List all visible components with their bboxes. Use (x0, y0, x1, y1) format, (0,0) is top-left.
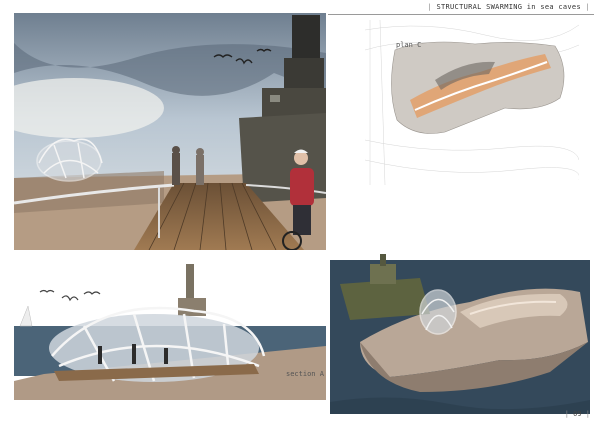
sheet-title: | STRUCTURAL SWARMING in sea caves | (427, 3, 590, 11)
person-2 (196, 155, 204, 185)
page-number-text: 09 (573, 410, 582, 418)
title-bar-left: | (427, 3, 437, 11)
aerial-render (330, 242, 590, 414)
person (98, 346, 102, 364)
person-1-head (172, 146, 180, 154)
aerial-pavilion (419, 289, 457, 335)
title-bar-right: | (580, 3, 590, 11)
aerial-ship-bridge (370, 264, 396, 284)
page-bar-left: | (564, 410, 574, 418)
cyclist-head (294, 151, 308, 165)
ship-bridge-upper (284, 58, 324, 88)
person-1 (172, 153, 180, 185)
aerial-scene (330, 242, 590, 414)
section-render (14, 256, 326, 400)
section-ship-bridge (178, 298, 206, 316)
aerial-pavilion-shell (419, 289, 457, 335)
ship-mast (292, 15, 320, 60)
section-a-render (14, 256, 326, 400)
ship-bridge (262, 88, 326, 118)
title-rule (328, 14, 594, 15)
person (164, 348, 168, 364)
aerial-ship-hull (340, 278, 430, 320)
page-bar-right: | (581, 410, 590, 418)
aerial-sky (330, 242, 590, 260)
sheet-title-text: STRUCTURAL SWARMING in sea caves (436, 3, 581, 11)
person (132, 344, 136, 364)
cyclist-shirt (290, 168, 314, 206)
boardwalk-photomontage (14, 13, 326, 250)
aerial-ship-mast (380, 254, 386, 266)
person-2-head (196, 148, 204, 156)
section-label: section A (286, 370, 324, 378)
section-ship-mast (186, 264, 194, 300)
cyclist-legs (293, 205, 311, 235)
boardwalk-scene (14, 13, 326, 250)
page-number: | 09 | (565, 410, 590, 418)
plan-label: plan C (396, 41, 422, 49)
ship-window (270, 95, 280, 102)
